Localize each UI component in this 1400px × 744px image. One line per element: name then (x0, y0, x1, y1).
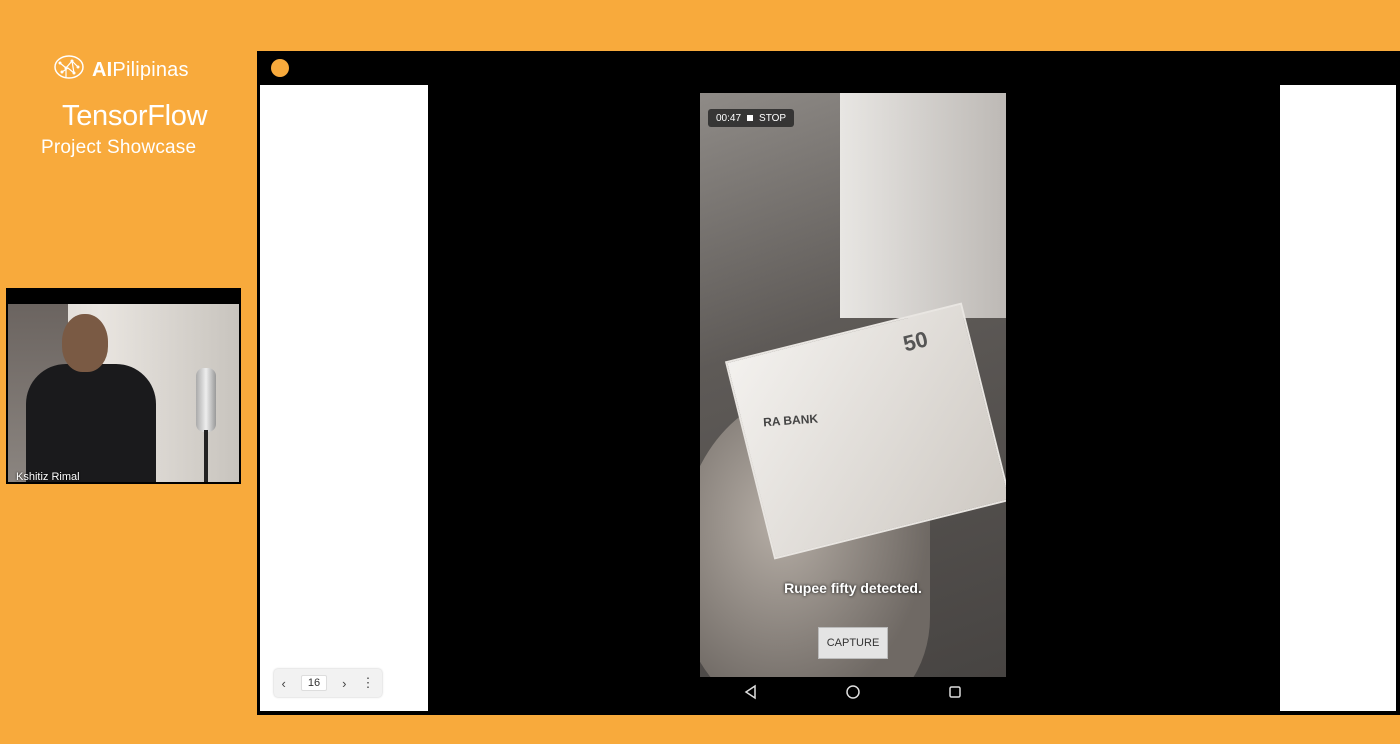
stop-label: STOP (759, 112, 787, 124)
android-nav-bar (700, 677, 1006, 711)
window-titlebar (257, 51, 1400, 85)
participant-name: Kshitiz Rimal (16, 471, 80, 483)
brain-network-icon (52, 54, 86, 87)
showcase-subtitle: Project Showcase (41, 137, 197, 158)
microphone (196, 368, 216, 432)
showcase-title: TensorFlow (62, 100, 208, 132)
brand-name: AIPilipinas (92, 59, 189, 81)
page-number[interactable]: 16 (300, 675, 328, 691)
more-options-icon[interactable]: ⋮ (361, 675, 374, 691)
banknote: 50 RA BANK (724, 302, 1006, 560)
record-dot-icon (271, 59, 289, 77)
presentation-window: 50 RA BANK 00:47 STOP Rupee fifty detect… (257, 51, 1400, 715)
phone-screen: 50 RA BANK 00:47 STOP Rupee fifty detect… (700, 93, 1006, 677)
note-value: 50 (900, 326, 931, 357)
stop-icon (747, 115, 754, 121)
participant-video-tile[interactable]: Kshitiz Rimal (6, 288, 241, 484)
participant-video (8, 304, 239, 482)
detection-result: Rupee fifty detected. (784, 580, 922, 596)
triangle-back-icon[interactable] (743, 684, 759, 705)
slide-pager: ‹ 16 › ⋮ (274, 669, 382, 697)
capture-button[interactable]: CAPTURE (818, 627, 888, 659)
chevron-right-icon[interactable]: › (342, 676, 346, 691)
slide: 50 RA BANK 00:47 STOP Rupee fifty detect… (260, 85, 1396, 711)
recording-time: 00:47 (716, 112, 742, 124)
square-recents-icon[interactable] (947, 684, 963, 705)
embedded-video[interactable]: 50 RA BANK 00:47 STOP Rupee fifty detect… (428, 85, 1280, 711)
chevron-left-icon[interactable]: ‹ (282, 676, 286, 691)
circle-home-icon[interactable] (845, 684, 861, 705)
recording-indicator[interactable]: 00:47 STOP (708, 109, 795, 127)
brand-logo: AIPilipinas (52, 54, 189, 87)
note-bank-text: RA BANK (762, 411, 819, 430)
